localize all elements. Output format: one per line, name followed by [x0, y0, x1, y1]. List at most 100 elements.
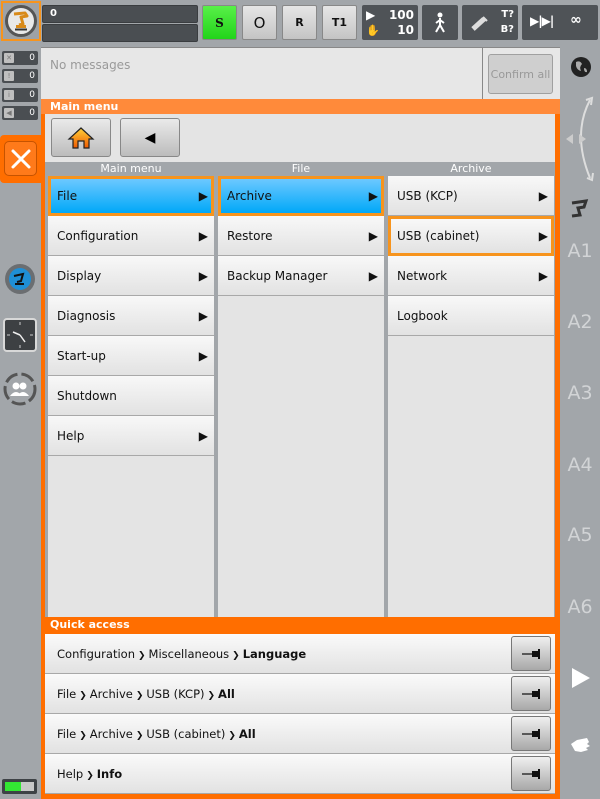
jog-mode-button[interactable]: [422, 5, 458, 40]
axis-jog-button[interactable]: [568, 199, 592, 223]
world-coordinates-button[interactable]: [570, 56, 592, 82]
axis-a5-label[interactable]: A5: [560, 524, 600, 546]
breadcrumb-separator-icon: ❯: [228, 731, 236, 741]
tool-label: T?: [501, 9, 514, 20]
play-icon: ▶: [366, 8, 376, 22]
menu-item-backup-manager[interactable]: Backup Manager ▶: [218, 256, 384, 296]
menu-item-restore[interactable]: Restore ▶: [218, 216, 384, 256]
pin-button[interactable]: [511, 756, 551, 791]
column-header: Main menu: [100, 162, 162, 175]
override-button[interactable]: ▶ 100 ✋ 10: [362, 5, 418, 40]
smartpad-screen: 0 S O R T1 ▶ 100 ✋ 10 T? B? ▶|▶| ∞ ✕ 0 !…: [0, 0, 600, 799]
pin-button[interactable]: [511, 716, 551, 751]
breadcrumb-separator-icon: ❯: [79, 691, 87, 701]
jog-keys-bar: A1 A2 A3 A4 A5 A6: [560, 44, 600, 799]
menu-item-file[interactable]: File ▶: [48, 176, 214, 216]
menu-item-shutdown[interactable]: Shutdown: [48, 376, 214, 416]
menu-item-help[interactable]: Help ▶: [48, 416, 214, 456]
info-counter[interactable]: i 0: [2, 88, 38, 102]
axis-a4-label[interactable]: A4: [560, 454, 600, 476]
pin-button[interactable]: [511, 676, 551, 711]
operating-mode-button[interactable]: T1: [322, 5, 357, 40]
incremental-icon: ▶|▶|: [530, 14, 554, 28]
walking-person-icon: [435, 12, 445, 32]
pin-button[interactable]: [511, 636, 551, 671]
menu-item-archive[interactable]: Archive ▶: [218, 176, 384, 216]
globe-icon: [571, 57, 591, 77]
close-menu-tab: [0, 135, 41, 183]
robot-settings-button[interactable]: [2, 261, 38, 297]
breadcrumb-separator-icon: ❯: [207, 691, 216, 701]
navigation-bar: ◀: [45, 114, 555, 162]
menu-item-diagnosis[interactable]: Diagnosis ▶: [48, 296, 214, 336]
battery-level: [5, 782, 21, 791]
menu-item-usb-kcp[interactable]: USB (KCP) ▶: [388, 176, 554, 216]
robot-axis-icon: [571, 199, 589, 218]
increment-value: ∞: [570, 12, 582, 28]
tool-base-button[interactable]: T? B?: [462, 5, 518, 40]
menu-item-display[interactable]: Display ▶: [48, 256, 214, 296]
pin-icon: [522, 728, 540, 739]
robot-icon: [5, 5, 37, 37]
hand-icon: [571, 738, 590, 752]
error-icon: ✕: [4, 53, 14, 63]
submit-interpreter-button[interactable]: S: [202, 5, 237, 40]
home-icon: [67, 126, 95, 149]
quick-access-row[interactable]: File ❯ Archive ❯ USB (cabinet) ❯ All: [45, 714, 555, 754]
pin-icon: [522, 768, 540, 779]
program-name-field[interactable]: 0: [42, 5, 198, 23]
submenu-arrow-icon: ▶: [538, 268, 548, 283]
jog-rotation-indicator: [562, 94, 598, 188]
robot-interpreter-button[interactable]: R: [282, 5, 317, 40]
home-button[interactable]: [51, 118, 111, 157]
submenu-arrow-icon: ▶: [198, 228, 208, 243]
confirm-all-button[interactable]: Confirm all: [488, 54, 553, 94]
user-group-icon: [3, 372, 37, 406]
incremental-jog-button[interactable]: ▶|▶| ∞: [522, 5, 598, 40]
breadcrumb-separator-icon: ❯: [138, 651, 146, 661]
breadcrumb-separator-icon: ❯: [86, 771, 94, 781]
menu-item-configuration[interactable]: Configuration ▶: [48, 216, 214, 256]
user-group-button[interactable]: [2, 371, 38, 407]
quick-access-row[interactable]: Help ❯ Info: [45, 754, 555, 794]
menu-item-usb-cabinet[interactable]: USB (cabinet) ▶: [388, 216, 554, 256]
breadcrumb-separator-icon: ❯: [79, 731, 87, 741]
close-icon: [11, 149, 30, 168]
submenu-arrow-icon: ▶: [368, 189, 378, 203]
drives-button[interactable]: O: [242, 5, 277, 40]
clock-icon: [3, 318, 37, 352]
breadcrumb-separator-icon: ❯: [135, 691, 144, 701]
quick-access-row[interactable]: File ❯ Archive ❯ USB (KCP) ❯ All: [45, 674, 555, 714]
quick-access-row[interactable]: Configuration ❯ Miscellaneous ❯ Language: [45, 634, 555, 674]
submenu-arrow-icon: ▶: [198, 189, 208, 203]
axis-a3-label[interactable]: A3: [560, 382, 600, 404]
play-icon: [572, 668, 590, 688]
menu-item-logbook[interactable]: Logbook: [388, 296, 554, 336]
axis-a1-label[interactable]: A1: [560, 240, 600, 262]
main-menu-button[interactable]: [1, 1, 41, 41]
timer-button[interactable]: [2, 317, 38, 353]
submenu-arrow-icon: ▶: [198, 348, 208, 363]
menu-item-network[interactable]: Network ▶: [388, 256, 554, 296]
error-counter[interactable]: ✕ 0: [2, 51, 38, 65]
close-menu-button[interactable]: [4, 141, 37, 176]
submenu-arrow-icon: ▶: [198, 268, 208, 283]
dialog-icon: ◀: [4, 108, 14, 118]
menu-item-start-up[interactable]: Start-up ▶: [48, 336, 214, 376]
message-divider: [482, 48, 483, 101]
axis-a6-label[interactable]: A6: [560, 596, 600, 618]
battery-indicator: [2, 779, 37, 794]
submenu-arrow-icon: ▶: [368, 228, 378, 243]
program-line-field[interactable]: [42, 24, 198, 42]
warning-counter[interactable]: ! 0: [2, 69, 38, 83]
axis-a2-label[interactable]: A2: [560, 311, 600, 333]
message-window[interactable]: No messages Confirm all: [41, 47, 560, 101]
dialog-counter[interactable]: ◀ 0: [2, 106, 38, 120]
jog-hand-button[interactable]: [569, 734, 591, 758]
program-override-value: 100: [388, 8, 414, 22]
main-menu-panel: Main menu ◀ Main menu File ▶ Configuratio…: [41, 99, 560, 799]
back-button[interactable]: ◀: [120, 118, 180, 157]
submenu-arrow-icon: ▶: [538, 188, 548, 203]
start-button[interactable]: [570, 666, 592, 694]
warning-icon: !: [4, 71, 14, 81]
